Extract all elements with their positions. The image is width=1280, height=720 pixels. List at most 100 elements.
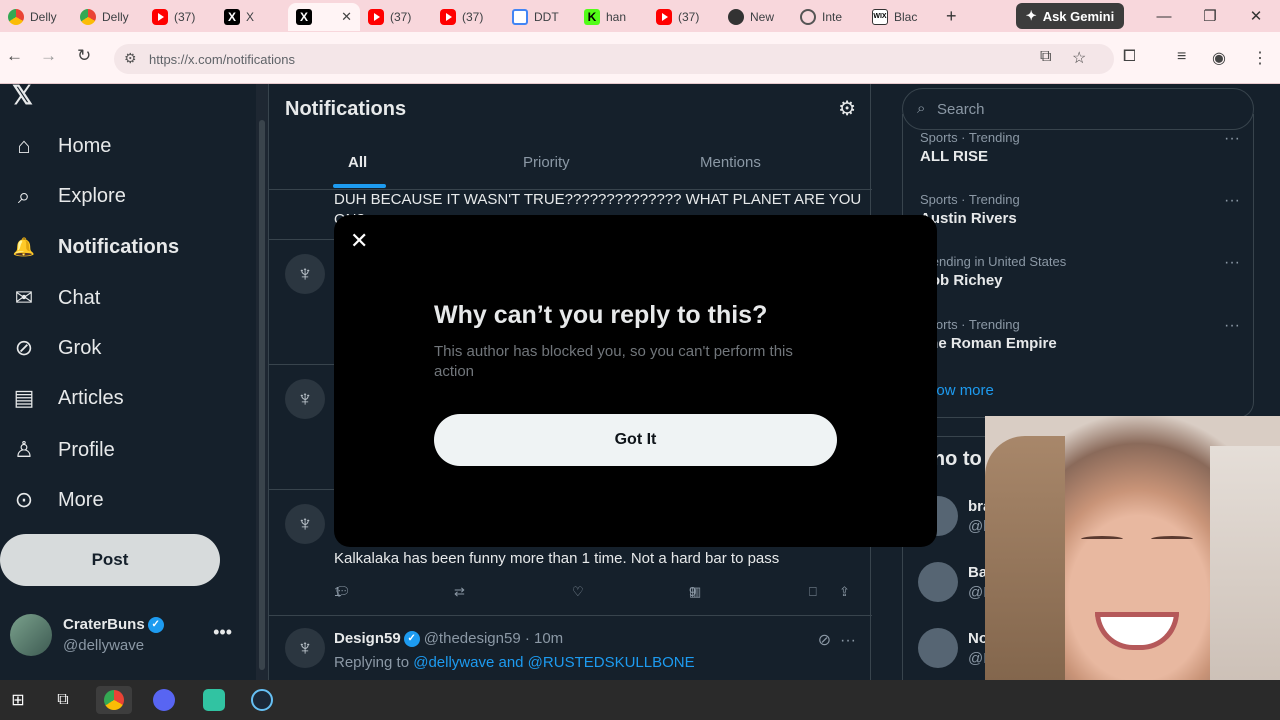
- tab-mentions[interactable]: Mentions: [700, 154, 761, 171]
- nav-more[interactable]: ⊙ More: [10, 480, 104, 520]
- avatar[interactable]: ♆: [285, 628, 325, 668]
- install-icon[interactable]: ⧉: [1040, 48, 1051, 66]
- notification-tabs: All Priority Mentions: [269, 140, 872, 190]
- reload-icon[interactable]: ↻: [77, 46, 91, 66]
- browser-tab[interactable]: (37): [432, 3, 504, 31]
- github-icon: [728, 9, 744, 25]
- dialog-title: Why can’t you reply to this?: [434, 301, 768, 329]
- page-title: Notifications: [285, 98, 407, 120]
- close-tab-icon[interactable]: ✕: [341, 9, 352, 25]
- chrome-icon: [80, 9, 96, 25]
- more-options-icon[interactable]: ···: [840, 632, 856, 649]
- nav-articles[interactable]: ▤ Articles: [10, 378, 124, 418]
- close-window-icon[interactable]: ✕: [1233, 0, 1279, 32]
- account-switcher[interactable]: CraterBuns ✓ @dellywave •••: [10, 614, 250, 658]
- site-info-icon[interactable]: ⚙: [124, 50, 137, 67]
- browser-tab[interactable]: Inte: [792, 3, 864, 31]
- more-icon: ⊙: [14, 487, 34, 512]
- back-icon[interactable]: ←: [6, 46, 23, 66]
- webcam-mouth: [1095, 612, 1179, 650]
- more-options-icon[interactable]: •••: [213, 622, 232, 643]
- more-options-icon[interactable]: ···: [1224, 317, 1240, 335]
- browser-tab[interactable]: Khan: [576, 3, 648, 31]
- x-icon: X: [296, 9, 312, 25]
- discord-icon: [153, 689, 175, 711]
- extensions-icon[interactable]: ⧠: [1123, 48, 1136, 66]
- reply-restricted-dialog: ✕ Why can’t you reply to this? This auth…: [334, 215, 937, 547]
- forward-icon[interactable]: →: [40, 46, 57, 66]
- trend-item[interactable]: Sports · Trending The Roman Empire ···: [920, 317, 1240, 352]
- gear-icon[interactable]: ⚙: [838, 96, 856, 121]
- media-icon[interactable]: ≡: [1177, 48, 1186, 66]
- youtube-icon: [440, 9, 456, 25]
- browser-tab[interactable]: (37): [360, 3, 432, 31]
- restore-icon[interactable]: ❐: [1187, 0, 1233, 32]
- bookmark-star-icon[interactable]: ☆: [1072, 48, 1086, 68]
- retweet-icon[interactable]: ⇄: [454, 584, 465, 600]
- browser-tab[interactable]: Delly: [0, 3, 72, 31]
- browser-tab[interactable]: Delly: [72, 3, 144, 31]
- tab-all[interactable]: All: [348, 154, 367, 171]
- avatar[interactable]: ♆: [285, 504, 325, 544]
- nav-explore[interactable]: ⌕ Explore: [10, 176, 126, 216]
- verified-badge-icon: ✓: [403, 631, 420, 648]
- divider: [269, 615, 872, 616]
- chrome-taskbar-icon[interactable]: [96, 686, 132, 714]
- article-icon: ▤: [13, 385, 35, 410]
- grok-icon: ⊘: [14, 335, 34, 360]
- trend-item[interactable]: Sports · Trending ALL RISE ···: [920, 130, 1240, 165]
- account-handle: @dellywave: [63, 637, 145, 654]
- browser-tab[interactable]: (37): [648, 3, 720, 31]
- profile-icon[interactable]: ◉: [1212, 48, 1226, 68]
- task-view-icon[interactable]: ⧉: [45, 686, 81, 714]
- discord-taskbar-icon[interactable]: [146, 686, 182, 714]
- new-tab-button[interactable]: +: [936, 6, 967, 27]
- nav-notifications[interactable]: 🔔 Notifications: [10, 227, 179, 267]
- got-it-button[interactable]: Got It: [434, 414, 837, 466]
- globe-icon: [800, 9, 816, 25]
- x-logo-icon[interactable]: 𝕏: [12, 80, 33, 111]
- more-options-icon[interactable]: ···: [1224, 192, 1240, 210]
- grok-icon[interactable]: ⊘: [818, 632, 831, 649]
- menu-icon[interactable]: ⋮: [1252, 48, 1268, 68]
- calendar-icon: [512, 9, 528, 25]
- close-icon[interactable]: ✕: [350, 229, 368, 253]
- like-icon[interactable]: ♡: [572, 584, 584, 600]
- tweet-author[interactable]: Design59 ✓ @thedesign59 · 10m: [334, 630, 563, 648]
- nav-profile[interactable]: ♙ Profile: [10, 430, 115, 470]
- more-options-icon[interactable]: ···: [1224, 254, 1240, 272]
- page-scrollbar[interactable]: [256, 84, 268, 680]
- more-options-icon[interactable]: ···: [1224, 130, 1240, 148]
- trend-item[interactable]: Sports · Trending Austin Rivers ···: [920, 192, 1240, 227]
- kick-icon: K: [584, 9, 600, 25]
- browser-tab[interactable]: XX: [216, 3, 288, 31]
- browser-tab[interactable]: New: [720, 3, 792, 31]
- trends-panel: Sports · Trending ALL RISE ··· Sports · Tr…: [902, 114, 1254, 418]
- url-field[interactable]: ⚙ https://x.com/notifications: [114, 44, 1114, 74]
- browser-tab-active[interactable]: X ✕: [288, 3, 360, 31]
- avatar: [10, 614, 52, 656]
- steam-taskbar-icon[interactable]: [244, 686, 280, 714]
- scrollbar-thumb[interactable]: [259, 120, 265, 670]
- browser-tab[interactable]: WIX Blac: [864, 3, 936, 31]
- post-button[interactable]: Post: [0, 534, 220, 586]
- share-icon[interactable]: ⇪: [839, 584, 850, 600]
- browser-tab[interactable]: DDT: [504, 3, 576, 31]
- nav-grok[interactable]: ⊘ Grok: [10, 328, 102, 368]
- bookmark-icon[interactable]: ⎕: [809, 584, 817, 600]
- nav-home[interactable]: ⌂ Home: [10, 126, 111, 166]
- ask-gemini-button[interactable]: ✦ Ask Gemini: [1016, 3, 1124, 29]
- tab-priority[interactable]: Priority: [523, 154, 570, 171]
- nav-chat[interactable]: ✉ Chat: [10, 278, 100, 318]
- search-input[interactable]: ⌕ Search: [902, 88, 1254, 130]
- verified-badge-icon: ✓: [147, 617, 164, 634]
- windows-start-icon[interactable]: ⊞: [0, 686, 36, 714]
- trend-item[interactable]: Trending in United States Bob Richey ···: [920, 254, 1240, 289]
- streamlabs-taskbar-icon[interactable]: [196, 686, 232, 714]
- browser-tab[interactable]: (37): [144, 3, 216, 31]
- avatar[interactable]: ♆: [285, 379, 325, 419]
- search-icon: ⌕: [17, 183, 31, 208]
- avatar[interactable]: ♆: [285, 254, 325, 294]
- mention-link[interactable]: @dellywave and @RUSTEDSKULLBONE: [413, 654, 694, 671]
- minimize-icon[interactable]: —: [1141, 0, 1187, 32]
